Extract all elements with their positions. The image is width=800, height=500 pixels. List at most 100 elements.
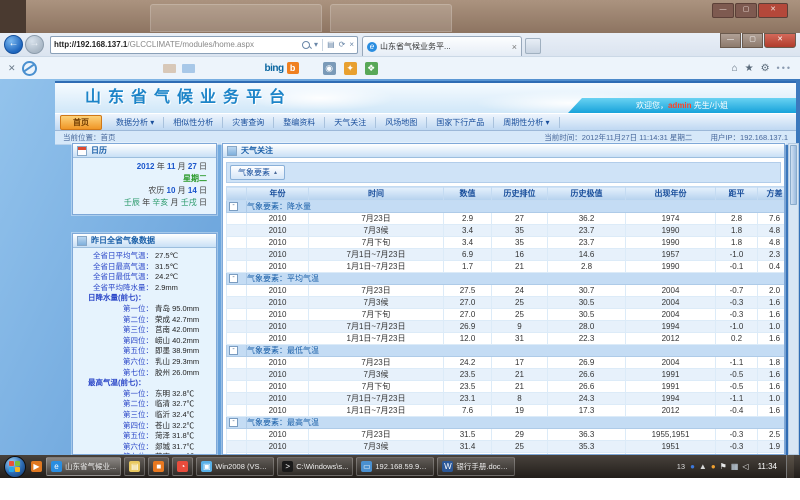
taskbar-clock[interactable]: 11:34 xyxy=(758,462,777,471)
cell: -0.5 xyxy=(716,381,758,393)
table-row[interactable]: 20107月23日27.52430.72004-0.72.0 xyxy=(227,285,786,297)
tab-close-button[interactable]: × xyxy=(512,42,517,52)
ie-taskbar-icon: e xyxy=(51,461,62,472)
nav-item-national-products[interactable]: 国家下行产品 xyxy=(427,117,494,128)
taskbar-button[interactable]: ▤ xyxy=(124,457,145,476)
action-center-flag-icon[interactable]: ⚑ xyxy=(720,462,727,472)
collapse-icon[interactable]: - xyxy=(229,202,238,211)
nav-item-weather-focus[interactable]: 天气关注 xyxy=(325,117,376,128)
table-row[interactable]: 20107月1日~7月23日23.1824.31994-1.11.0 xyxy=(227,393,786,405)
bing-wordmark: bing xyxy=(265,63,284,74)
refresh-button[interactable]: ⟳ xyxy=(339,40,346,49)
table-row[interactable]: 20107月下旬23.52126.61991-0.51.6 xyxy=(227,381,786,393)
card-icon[interactable] xyxy=(163,64,176,73)
home-button-icon[interactable]: ⌂ xyxy=(732,63,738,74)
settings-gear-icon[interactable]: ⚙ xyxy=(761,63,770,74)
toolbar-logo-icon[interactable] xyxy=(22,61,37,76)
table-row[interactable]: 20101月1日~7月23日7.61917.32012-0.41.6 xyxy=(227,405,786,417)
volume-tray-icon[interactable]: ◁ xyxy=(742,462,748,472)
cell: 1955,1951 xyxy=(626,429,716,441)
background-window xyxy=(150,4,322,32)
nav-item-wind-map[interactable]: 风场地图 xyxy=(376,117,427,128)
scrollbar-thumb[interactable] xyxy=(790,145,797,205)
messenger-tray-icon[interactable]: ● xyxy=(690,462,695,472)
taskbar-button[interactable]: ▣Win2008 (VS2... xyxy=(196,457,274,476)
nav-item-home[interactable]: 首页 xyxy=(60,115,102,130)
table-row[interactable]: 20107月3候31.42535.31951-0.31.9 xyxy=(227,441,786,453)
toolbar-close-icon[interactable]: ✕ xyxy=(8,63,16,74)
taskbar-button[interactable]: >C:\Windows\s... xyxy=(277,457,353,476)
taskbar-button[interactable]: ▭192.168.59.99... xyxy=(356,457,434,476)
maximize-button[interactable]: ▢ xyxy=(742,33,763,48)
mail-icon[interactable] xyxy=(182,64,195,73)
table-row[interactable]: 20101月1日~7月23日12.03122.320120.21.6 xyxy=(227,333,786,345)
forward-button[interactable]: → xyxy=(25,35,44,54)
taskbar-button[interactable]: ■ xyxy=(148,457,169,476)
bg-maximize-button[interactable]: ▢ xyxy=(735,3,757,18)
table-row[interactable]: 20101月1日~7月23日1.7212.81990-0.10.4 xyxy=(227,261,786,273)
table-row[interactable]: 20107月下旬27.02530.52004-0.31.6 xyxy=(227,309,786,321)
nav-item-compiled-data[interactable]: 整编资料 xyxy=(274,117,325,128)
taskbar-button[interactable]: ◔ xyxy=(172,457,193,476)
table-row[interactable]: 20107月23日24.21726.92004-1.11.8 xyxy=(227,357,786,369)
pet-plugin-icon[interactable]: ✦ xyxy=(344,62,357,75)
back-button[interactable]: ← xyxy=(4,35,23,54)
cell: 7月23日 xyxy=(309,285,444,297)
nav-item-data-analysis[interactable]: 数据分析 ▾ xyxy=(107,117,164,128)
quick-launch-icon[interactable]: ▶ xyxy=(31,461,42,472)
minimize-button[interactable]: — xyxy=(720,33,741,48)
network-tray-icon[interactable]: ▦ xyxy=(731,462,739,472)
element-group-row[interactable]: -气象要素：最低气温 xyxy=(227,345,786,357)
camera-plugin-icon[interactable]: ◉ xyxy=(323,62,336,75)
taskbar-button[interactable]: e山东省气候业... xyxy=(46,457,121,476)
address-dropdown-icon[interactable]: ▾ xyxy=(314,40,318,49)
browser-tab[interactable]: e 山东省气候业务平... × xyxy=(362,36,522,56)
calendar-token: 辛亥 xyxy=(152,198,170,207)
show-desktop-button[interactable] xyxy=(786,455,794,478)
table-row[interactable]: 20107月23日31.52936.31955,1951-0.32.5 xyxy=(227,429,786,441)
hidden-icons-arrow[interactable]: ▲ xyxy=(699,462,707,472)
element-group-row[interactable]: -气象要素：平均气温 xyxy=(227,273,786,285)
nav-item-similarity-analysis[interactable]: 相似性分析 xyxy=(164,117,223,128)
element-group-row[interactable]: -气象要素：最高气温 xyxy=(227,417,786,429)
nav-item-periodic-analysis[interactable]: 周期性分析 ▾ xyxy=(494,117,559,128)
table-row[interactable]: 20107月23日2.92736.219742.87.6 xyxy=(227,213,786,225)
new-tab-button[interactable] xyxy=(525,38,541,54)
bottom-white-strip xyxy=(0,478,800,500)
cell: 7月1日~7月23日 xyxy=(309,249,444,261)
element-group-row[interactable]: -气象要素：降水量 xyxy=(227,201,786,213)
cell: 6.9 xyxy=(444,249,492,261)
collapse-icon[interactable]: - xyxy=(229,346,238,355)
address-bar[interactable]: http://192.168.137.1 /GLCCLIMATE/modules… xyxy=(50,36,358,54)
taskbar-button[interactable]: W银行手册.docx ... xyxy=(437,457,515,476)
cell: 23.1 xyxy=(444,393,492,405)
collapse-icon[interactable]: - xyxy=(229,418,238,427)
table-toolbar: 气象要素 ▴ xyxy=(226,162,781,183)
table-row[interactable]: 20107月3候23.52126.61991-0.51.6 xyxy=(227,369,786,381)
stop-button[interactable]: × xyxy=(349,40,354,49)
game-plugin-icon[interactable]: ❖ xyxy=(365,62,378,75)
table-row[interactable]: 20107月1日~7月23日6.91614.61957-1.02.3 xyxy=(227,249,786,261)
table-row[interactable]: 20107月3候27.02530.52004-0.31.6 xyxy=(227,297,786,309)
toolbar-overflow-icon[interactable]: ••• xyxy=(777,63,792,73)
close-button[interactable]: ✕ xyxy=(764,33,796,48)
security-tray-icon[interactable]: ● xyxy=(711,462,716,472)
table-row[interactable]: 20107月1日~7月23日26.9928.01994-1.01.0 xyxy=(227,321,786,333)
bg-close-button[interactable]: ✕ xyxy=(758,3,788,18)
table-row[interactable]: 20107月3候3.43523.719901.84.8 xyxy=(227,225,786,237)
compatibility-view-icon[interactable]: ▤ xyxy=(327,40,335,49)
start-button[interactable] xyxy=(4,456,26,478)
bg-minimize-button[interactable]: — xyxy=(712,3,734,18)
search-icon[interactable] xyxy=(302,41,310,49)
nav-item-disaster-query[interactable]: 灾害查询 xyxy=(223,117,274,128)
summary-rank-row: 第一位：青岛 95.0mm xyxy=(75,304,214,315)
bing-logo[interactable]: bing b xyxy=(265,62,299,74)
browser-toolbar-row: ✕ bing b ◉ ✦ ❖ ⌂ ★ ⚙ ••• xyxy=(0,56,800,79)
cell: -0.5 xyxy=(716,369,758,381)
table-row[interactable]: 20107月下旬3.43523.719901.84.8 xyxy=(227,237,786,249)
favorites-star-icon[interactable]: ★ xyxy=(745,63,754,74)
page-scrollbar[interactable] xyxy=(788,143,799,455)
element-filter-button[interactable]: 气象要素 ▴ xyxy=(230,165,285,180)
data-panel-icon xyxy=(77,236,87,246)
collapse-icon[interactable]: - xyxy=(229,274,238,283)
